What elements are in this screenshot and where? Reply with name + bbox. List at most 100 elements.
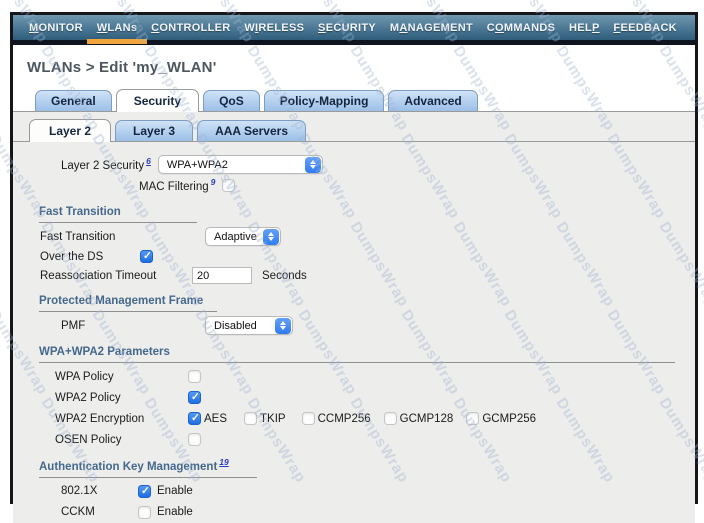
tkip-label: TKIP: [260, 413, 286, 425]
tab-security[interactable]: Security: [116, 89, 199, 112]
encryption-option-gcmp256: GCMP256: [466, 412, 536, 425]
tab-policy-mapping[interactable]: Policy-Mapping: [264, 90, 385, 111]
aes-label: AES: [204, 413, 227, 425]
tab-qos[interactable]: QoS: [203, 90, 260, 111]
wpa2-policy-checkbox[interactable]: [188, 391, 201, 404]
nav-label: LANs: [107, 22, 137, 34]
reassociation-timeout-input[interactable]: [192, 267, 252, 284]
layer2-security-select[interactable]: WPA+WPA2: [158, 155, 323, 174]
nav-label-accesskey: O: [495, 22, 504, 34]
nav-label: HEL: [569, 22, 592, 34]
subtab-layer2[interactable]: Layer 2: [29, 119, 111, 142]
ccmp256-label: CCMP256: [318, 413, 371, 425]
select-chevrons-icon: [263, 229, 279, 245]
osen-policy-label: OSEN Policy: [55, 434, 188, 446]
wpa2-policy-label: WPA2 Policy: [55, 392, 188, 404]
security-panel: Layer 2 Layer 3 AAA Servers Layer 2 Secu…: [13, 112, 695, 523]
wpa-params-heading: WPA+WPA2 Parameters: [39, 346, 675, 363]
breadcrumb: WLANs > Edit 'my_WLAN': [27, 59, 216, 76]
layer2-security-value: WPA+WPA2: [167, 159, 299, 171]
mac-filtering-checkbox[interactable]: [222, 179, 235, 192]
nav-label: W: [244, 22, 255, 34]
nav-label: RELESS: [258, 22, 304, 34]
wpa2-encryption-label: WPA2 Encryption: [55, 413, 188, 425]
main-tabstrip: General Security QoS Policy-Mapping Adva…: [13, 89, 695, 112]
top-navbar: MONITOR WLANs CONTROLLER WIRELESS SECURI…: [13, 15, 695, 45]
fast-transition-select[interactable]: Adaptive: [205, 227, 281, 246]
nav-wireless[interactable]: WIRELESS: [244, 22, 304, 34]
nav-label-accesskey: W: [97, 22, 108, 34]
encryption-option-gcmp128: GCMP128: [384, 412, 454, 425]
akm-cckm-row: CCKM Enable: [61, 502, 679, 523]
layer2-content: Layer 2 Security6 WPA+WPA2 MAC Filtering…: [13, 142, 695, 523]
nav-label: ONITOR: [38, 22, 82, 34]
akm-8021x-enable-label: Enable: [157, 485, 193, 497]
reassociation-timeout-row: Reassociation Timeout Seconds: [40, 266, 679, 285]
nav-commands[interactable]: COMMANDS: [487, 22, 555, 34]
gcmp128-label: GCMP128: [400, 413, 454, 425]
over-the-ds-checkbox[interactable]: [140, 250, 153, 263]
layer2-security-row: Layer 2 Security6 WPA+WPA2: [61, 154, 679, 175]
akm-heading-footnote[interactable]: 19: [219, 457, 228, 467]
wpa-policy-checkbox[interactable]: [188, 370, 201, 383]
breadcrumb-row: WLANs > Edit 'my_WLAN': [13, 45, 695, 89]
reassociation-timeout-label: Reassociation Timeout: [40, 270, 192, 282]
pmf-value: Disabled: [214, 320, 269, 332]
tab-general[interactable]: General: [35, 90, 112, 111]
wpa-policy-row: WPA Policy: [55, 366, 679, 387]
pmf-label: PMF: [61, 320, 205, 332]
subtab-aaa-servers[interactable]: AAA Servers: [197, 120, 306, 141]
layer2-security-footnote[interactable]: 6: [146, 156, 151, 166]
pmf-heading: Protected Management Frame: [39, 295, 217, 312]
akm-cckm-enable-label: Enable: [157, 506, 193, 518]
fast-transition-label: Fast Transition: [40, 231, 205, 243]
akm-cckm-checkbox[interactable]: [138, 506, 151, 519]
encryption-option-tkip: TKIP: [244, 412, 286, 425]
nav-wlans[interactable]: WLANs: [97, 22, 138, 34]
tkip-checkbox[interactable]: [244, 412, 257, 425]
osen-policy-checkbox[interactable]: [188, 433, 201, 446]
nav-management[interactable]: MANAGEMENT: [390, 22, 473, 34]
aes-checkbox[interactable]: [188, 412, 201, 425]
nav-label: ONTROLLER: [159, 22, 230, 34]
gcmp128-checkbox[interactable]: [384, 412, 397, 425]
akm-cckm-label: CCKM: [61, 506, 138, 518]
mac-filtering-label: MAC Filtering9: [139, 178, 215, 193]
nav-label: ECURITY: [326, 22, 376, 34]
gcmp256-label: GCMP256: [482, 413, 536, 425]
akm-heading: Authentication Key Management19: [39, 458, 257, 478]
fast-transition-value: Adaptive: [214, 231, 257, 243]
nav-label-accesskey: S: [318, 22, 326, 34]
nav-label: EEDBACK: [620, 22, 677, 34]
nav-label: MMANDS: [504, 22, 555, 34]
mac-filtering-row: MAC Filtering9: [139, 175, 679, 196]
gcmp256-checkbox[interactable]: [466, 412, 479, 425]
tab-advanced[interactable]: Advanced: [388, 90, 477, 111]
nav-help[interactable]: HELP: [569, 22, 600, 34]
nav-controller[interactable]: CONTROLLER: [151, 22, 230, 34]
fast-transition-row: Fast Transition Adaptive: [40, 226, 679, 247]
nav-monitor[interactable]: MONITOR: [29, 22, 83, 34]
select-chevrons-icon: [275, 318, 291, 334]
akm-8021x-row: 802.1X Enable: [61, 481, 679, 502]
encryption-option-ccmp256: CCMP256: [302, 412, 371, 425]
wpa-policy-label: WPA Policy: [55, 371, 188, 383]
wlc-window: MONITOR WLANs CONTROLLER WIRELESS SECURI…: [10, 12, 698, 504]
wpa2-encryption-row: WPA2 Encryption AES TKIP CCMP256 GCMP128: [55, 408, 679, 429]
pmf-row: PMF Disabled: [61, 315, 679, 336]
ccmp256-checkbox[interactable]: [302, 412, 315, 425]
pmf-select[interactable]: Disabled: [205, 316, 293, 335]
nav-label: NAGEMENT: [408, 22, 473, 34]
fast-transition-heading: Fast Transition: [39, 206, 197, 223]
select-chevrons-icon: [305, 157, 321, 173]
reassociation-timeout-unit: Seconds: [262, 270, 307, 282]
mac-filtering-footnote[interactable]: 9: [211, 177, 216, 187]
subtab-layer3[interactable]: Layer 3: [115, 120, 193, 141]
over-the-ds-label: Over the DS: [40, 251, 140, 263]
nav-label-accesskey: P: [592, 22, 600, 34]
akm-8021x-checkbox[interactable]: [138, 485, 151, 498]
nav-security[interactable]: SECURITY: [318, 22, 376, 34]
nav-feedback[interactable]: FEEDBACK: [613, 22, 677, 34]
wpa2-policy-row: WPA2 Policy: [55, 387, 679, 408]
nav-label: M: [390, 22, 399, 34]
